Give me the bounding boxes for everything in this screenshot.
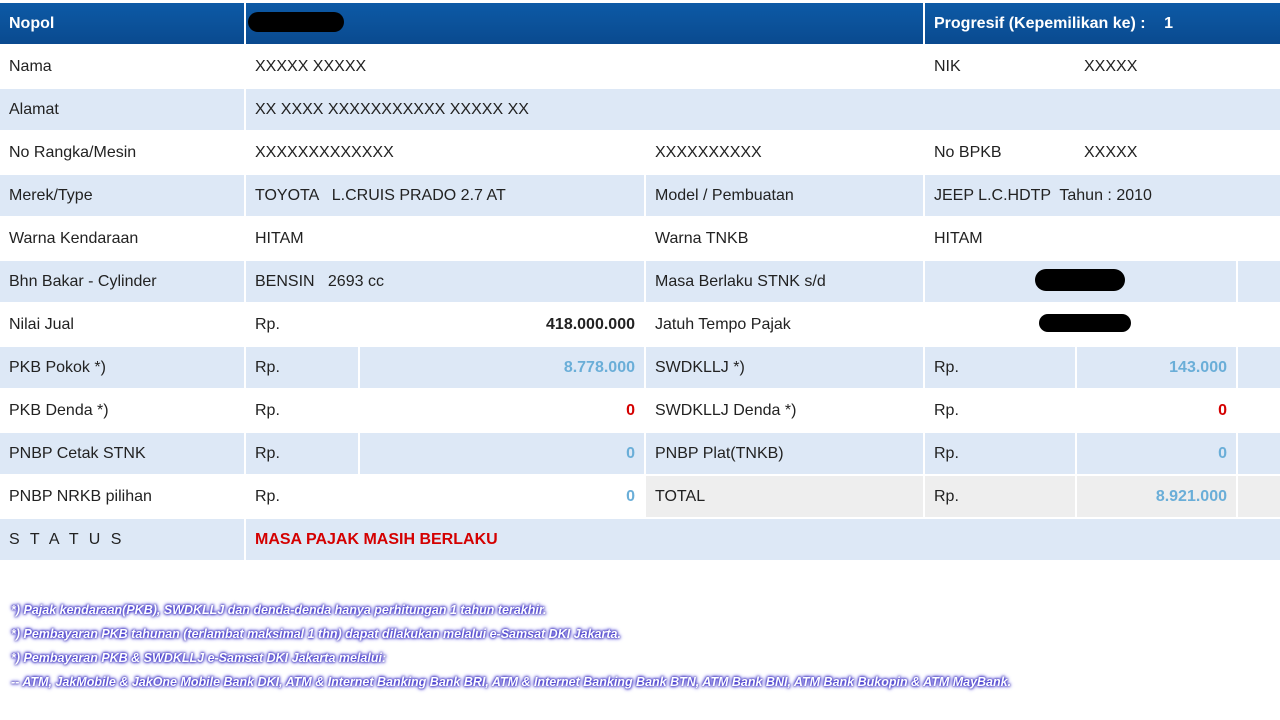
pnbp-stnk-rp: Rp.: [246, 433, 358, 474]
row-bahan-bakar: Bhn Bakar - Cylinder BENSIN 2693 cc Masa…: [0, 261, 1280, 304]
pnbp-nrkb-label: PNBP NRKB pilihan: [0, 476, 244, 517]
pkb-pokok-label: PKB Pokok *): [0, 347, 244, 388]
status-label: S T A T U S: [0, 519, 244, 560]
row-pnbp-stnk: PNBP Cetak STNK Rp. 0 PNBP Plat(TNKB) Rp…: [0, 433, 1280, 476]
stnk-extra-cell: [1238, 261, 1280, 302]
model-label: Model / Pembuatan: [646, 175, 923, 216]
model-value: JEEP L.C.HDTP Tahun : 2010: [925, 175, 1280, 216]
footnote-line: -- ATM, JakMobile & JakOne Mobile Bank D…: [11, 675, 1012, 689]
pnbp-plat-label: PNBP Plat(TNKB): [646, 433, 923, 474]
progresif-value: 1: [1164, 15, 1173, 32]
merek-label: Merek/Type: [0, 175, 244, 216]
row-alamat: Alamat XX XXXX XXXXXXXXXXX XXXXX XX: [0, 89, 1280, 132]
nopol-value: [246, 3, 923, 44]
tempo-label: Jatuh Tempo Pajak: [646, 304, 923, 345]
stnk-label: Masa Berlaku STNK s/d: [646, 261, 923, 302]
nilai-value: 418.000.000: [358, 304, 644, 345]
pkb-pokok-rp: Rp.: [246, 347, 358, 388]
redaction-mark: [248, 12, 344, 32]
bpkb-label: No BPKB: [925, 132, 1075, 173]
row-warna: Warna Kendaraan HITAM Warna TNKB HITAM: [0, 218, 1280, 261]
swdkllj-label: SWDKLLJ *): [646, 347, 923, 388]
pnbp-stnk-value: 0: [360, 433, 644, 474]
nik-value: XXXXX: [1075, 46, 1280, 87]
bahan-label: Bhn Bakar - Cylinder: [0, 261, 244, 302]
nilai-label: Nilai Jual: [0, 304, 244, 345]
bpkb-value: XXXXX: [1075, 132, 1280, 173]
tnkb-label: Warna TNKB: [646, 218, 923, 259]
rangka-label: No Rangka/Mesin: [0, 132, 244, 173]
header-row: Nopol Progresif (Kepemilikan ke) : 1: [0, 3, 1280, 46]
merek-value: TOYOTA L.CRUIS PRADO 2.7 AT: [246, 175, 644, 216]
row-nama: Nama XXXXX XXXXX NIK XXXXX: [0, 46, 1280, 89]
tempo-value: [925, 304, 1280, 345]
footnote-line: *) Pembayaran PKB & SWDKLLJ e-Samsat DKI…: [11, 651, 387, 665]
footnotes: *) Pajak kendaraan(PKB), SWDKLLJ dan den…: [11, 600, 1011, 696]
footnote-line: *) Pajak kendaraan(PKB), SWDKLLJ dan den…: [11, 603, 547, 617]
row-pnbp-nrkb: PNBP NRKB pilihan Rp. 0 TOTAL Rp. 8.921.…: [0, 476, 1280, 519]
pnbp-plat-rp: Rp.: [925, 433, 1075, 474]
swdkllj-rp: Rp.: [925, 347, 1075, 388]
row-pkb-pokok: PKB Pokok *) Rp. 8.778.000 SWDKLLJ *) Rp…: [0, 347, 1280, 390]
bahan-value: BENSIN 2693 cc: [246, 261, 644, 302]
progresif-cell: Progresif (Kepemilikan ke) : 1: [925, 3, 1280, 44]
redaction-mark: [1035, 269, 1125, 291]
pkb-denda-rp: Rp.: [246, 390, 358, 431]
extra-cell: [1238, 433, 1280, 474]
pnbp-nrkb-value: 0: [360, 476, 644, 517]
total-label: TOTAL: [646, 476, 923, 517]
stnk-value: [925, 261, 1236, 302]
footnote-line: *) Pembayaran PKB tahunan (terlambat mak…: [11, 627, 621, 641]
row-pkb-denda: PKB Denda *) Rp. 0 SWDKLLJ Denda *) Rp. …: [0, 390, 1280, 433]
warna-value: HITAM: [246, 218, 644, 259]
swdkllj-value: 143.000: [1077, 347, 1236, 388]
rangka-value: XXXXXXXXXXXXX: [246, 132, 644, 173]
total-value: 8.921.000: [1077, 476, 1236, 517]
pkb-denda-label: PKB Denda *): [0, 390, 244, 431]
warna-label: Warna Kendaraan: [0, 218, 244, 259]
swdkllj-denda-rp: Rp.: [925, 390, 1075, 431]
extra-cell: [1238, 476, 1280, 517]
status-value: MASA PAJAK MASIH BERLAKU: [246, 519, 1280, 560]
row-nilai-jual: Nilai Jual Rp. 418.000.000 Jatuh Tempo P…: [0, 304, 1280, 347]
row-status: S T A T U S MASA PAJAK MASIH BERLAKU: [0, 519, 1280, 562]
pkb-pokok-value: 8.778.000: [360, 347, 644, 388]
redaction-mark: [1039, 314, 1131, 332]
swdkllj-denda-value: 0: [1077, 390, 1236, 431]
row-rangka: No Rangka/Mesin XXXXXXXXXXXXX XXXXXXXXXX…: [0, 132, 1280, 175]
swdkllj-denda-label: SWDKLLJ Denda *): [646, 390, 923, 431]
nilai-rp: Rp.: [246, 304, 358, 345]
pnbp-stnk-label: PNBP Cetak STNK: [0, 433, 244, 474]
extra-cell: [1238, 347, 1280, 388]
nama-label: Nama: [0, 46, 244, 87]
nopol-label: Nopol: [0, 3, 244, 44]
tnkb-value: HITAM: [925, 218, 1280, 259]
progresif-label: Progresif (Kepemilikan ke) :: [934, 15, 1146, 32]
nama-value: XXXXX XXXXX: [246, 46, 923, 87]
alamat-value: XX XXXX XXXXXXXXXXX XXXXX XX: [246, 89, 1280, 130]
alamat-label: Alamat: [0, 89, 244, 130]
pnbp-nrkb-rp: Rp.: [246, 476, 358, 517]
total-rp: Rp.: [925, 476, 1075, 517]
pkb-denda-value: 0: [360, 390, 644, 431]
nik-label: NIK: [925, 46, 1075, 87]
pnbp-plat-value: 0: [1077, 433, 1236, 474]
row-merek: Merek/Type TOYOTA L.CRUIS PRADO 2.7 AT M…: [0, 175, 1280, 218]
mesin-value: XXXXXXXXXX: [646, 132, 923, 173]
